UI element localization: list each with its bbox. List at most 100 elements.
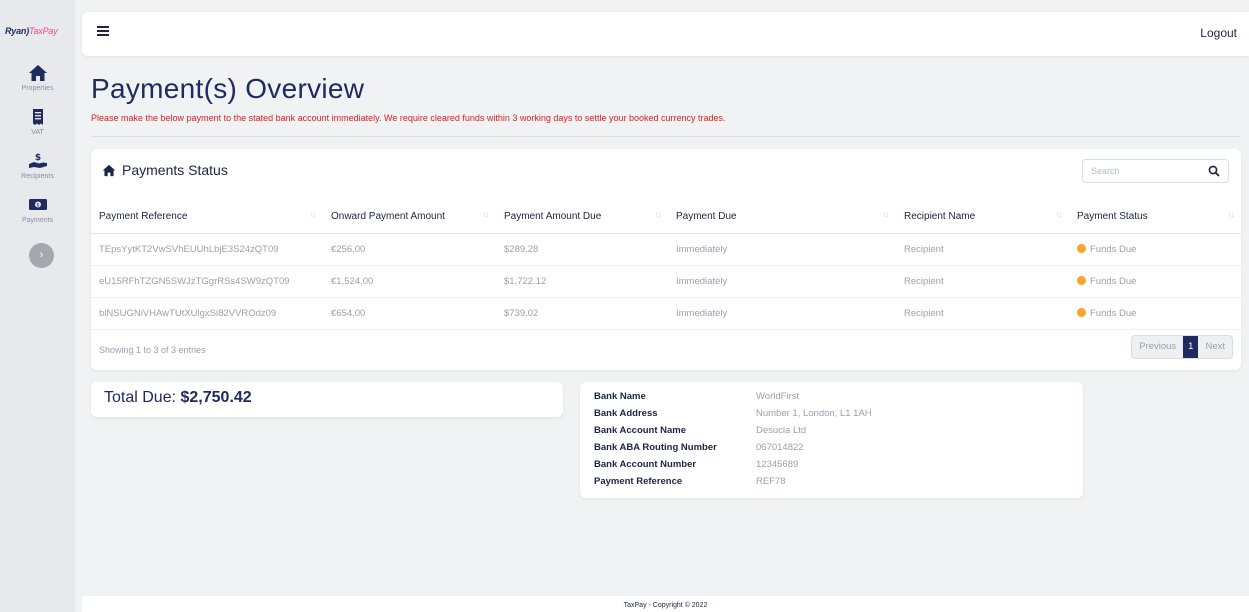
cell-payment-reference: eU15RFhTZGN5SWJzTGgrRSs4SW9zQT09	[91, 265, 323, 298]
sort-icon: ↑↓	[883, 212, 889, 219]
sort-icon: ↑↓	[1228, 212, 1234, 219]
sidebar-item-vat[interactable]: VAT	[0, 108, 75, 136]
cell-payment-status: Funds Due	[1069, 233, 1241, 266]
payments-table: Payment Reference ↑↓ Onward Payment Amoun…	[91, 201, 1241, 330]
hand-dollar-icon: $	[28, 153, 47, 168]
bank-detail-row: Bank Account Name Desucla Ltd	[594, 425, 1083, 442]
bank-detail-key: Payment Reference	[594, 476, 683, 487]
sort-icon: ↑↓	[655, 212, 661, 219]
bank-details-card: Bank Name WorldFirst Bank Address Number…	[580, 382, 1083, 498]
home-icon	[102, 164, 116, 176]
bank-detail-value: REF78	[756, 476, 786, 487]
logout-link[interactable]: Logout	[1200, 26, 1237, 40]
home-icon	[28, 65, 47, 81]
pagination-page-button[interactable]: 1	[1183, 336, 1199, 358]
table-row[interactable]: TEpsYytKT2VwSVhEUUhLbjE3S24zQT09 €256.00…	[91, 233, 1241, 266]
card-title: Payments Status	[102, 162, 228, 178]
logo-accent: TaxPay	[29, 26, 58, 36]
column-header-payment-due[interactable]: Payment Due ↑↓	[668, 201, 896, 234]
card-title-text: Payments Status	[122, 162, 228, 178]
cell-recipient-name: Recipient	[896, 233, 1069, 266]
sidebar-item-payments[interactable]: $ Payments	[0, 196, 75, 224]
table-row[interactable]: eU15RFhTZGN5SWJzTGgrRSs4SW9zQT09 €1,524.…	[91, 265, 1241, 298]
page-title: Payment(s) Overview	[91, 73, 365, 104]
search-box	[1082, 159, 1229, 183]
footer-copyright: TaxPay - Copyright © 2022	[623, 602, 708, 609]
bank-detail-value: Number 1, London, L1 1AH	[756, 408, 872, 419]
svg-text:$: $	[34, 153, 40, 163]
column-header-onward-amount[interactable]: Onward Payment Amount ↑↓	[323, 201, 496, 234]
payment-warning-text: Please make the below payment to the sta…	[91, 113, 726, 123]
cell-payment-reference: blNSUGNiVHAwTUtXUlgxSi82VVROdz09	[91, 297, 323, 330]
bank-detail-row: Bank Name WorldFirst	[594, 391, 1083, 408]
top-bar: Logout	[82, 12, 1249, 56]
status-dot-icon	[1077, 307, 1086, 317]
divider	[91, 136, 1241, 137]
pagination: Previous 1 Next	[1131, 335, 1233, 359]
total-due-amount: $2,750.42	[180, 389, 252, 406]
bank-detail-value: 067014822	[756, 442, 804, 453]
pagination-previous-button[interactable]: Previous	[1132, 336, 1183, 358]
status-label: Funds Due	[1090, 307, 1137, 319]
sidebar-item-label: Recipients	[21, 173, 54, 180]
column-header-recipient-name[interactable]: Recipient Name ↑↓	[896, 201, 1069, 234]
cell-recipient-name: Recipient	[896, 297, 1069, 330]
status-label: Funds Due	[1090, 243, 1137, 255]
search-input[interactable]	[1083, 166, 1208, 176]
column-header-payment-status[interactable]: Payment Status ↑↓	[1069, 201, 1241, 234]
pagination-next-button[interactable]: Next	[1198, 336, 1232, 358]
column-header-label: Payment Reference	[99, 211, 188, 223]
bank-detail-row: Payment Reference REF78	[594, 476, 1083, 493]
column-header-label: Payment Due	[676, 211, 737, 223]
cell-payment-status: Funds Due	[1069, 265, 1241, 298]
bank-detail-key: Bank Address	[594, 408, 658, 419]
cell-payment-status: Funds Due	[1069, 297, 1241, 330]
status-dot-icon	[1077, 275, 1086, 285]
sidebar-item-recipients[interactable]: $ Recipients	[0, 152, 75, 180]
total-due-card: Total Due: $2,750.42	[91, 382, 563, 417]
banknote-icon: $	[28, 199, 47, 210]
cell-onward-amount: €654.00	[323, 297, 496, 330]
bank-detail-row: Bank Address Number 1, London, L1 1AH	[594, 408, 1083, 425]
sidebar-item-label: Properties	[21, 85, 54, 92]
column-header-label: Recipient Name	[904, 211, 976, 223]
logo-text: Ryan	[5, 26, 27, 36]
sidebar-item-label: Payments	[21, 217, 54, 224]
bank-detail-key: Bank Account Number	[594, 459, 697, 470]
cell-payment-due: Immediately	[668, 265, 896, 298]
table-row[interactable]: blNSUGNiVHAwTUtXUlgxSi82VVROdz09 €654.00…	[91, 297, 1241, 330]
app-logo[interactable]: Ryan)TaxPay	[5, 26, 70, 40]
column-header-payment-reference[interactable]: Payment Reference ↑↓	[91, 201, 323, 234]
sidebar-expand-button[interactable]: ›	[29, 243, 54, 268]
search-icon[interactable]	[1208, 165, 1220, 177]
payments-status-card: Payments Status Payment Reference ↑↓ Onwa…	[91, 149, 1241, 370]
footer: TaxPay - Copyright © 2022	[82, 596, 1249, 612]
bank-detail-row: Bank Account Number 12345689	[594, 459, 1083, 476]
hamburger-menu-icon[interactable]	[97, 26, 109, 36]
sort-icon: ↑↓	[310, 212, 316, 219]
cell-amount-due: $289.28	[496, 233, 668, 266]
sort-icon: ↑↓	[483, 212, 489, 219]
bank-detail-key: Bank ABA Routing Number	[594, 442, 717, 453]
status-label: Funds Due	[1090, 275, 1137, 287]
bank-detail-value: Desucla Ltd	[756, 425, 807, 436]
bank-detail-key: Bank Account Name	[594, 425, 687, 436]
cell-amount-due: $739.02	[496, 297, 668, 330]
status-dot-icon	[1077, 243, 1086, 253]
table-header-row: Payment Reference ↑↓ Onward Payment Amoun…	[91, 201, 1241, 234]
receipt-icon	[32, 109, 43, 125]
cell-payment-due: Immediately	[668, 297, 896, 330]
column-header-label: Payment Status	[1077, 211, 1148, 223]
entries-info: Showing 1 to 3 of 3 entries	[99, 345, 206, 355]
sidebar-item-properties[interactable]: Properties	[0, 64, 75, 92]
cell-recipient-name: Recipient	[896, 265, 1069, 298]
total-due-label: Total Due:	[104, 389, 177, 406]
sort-icon: ↑↓	[1056, 212, 1062, 219]
cell-onward-amount: €256.00	[323, 233, 496, 266]
bank-detail-value: 12345689	[756, 459, 799, 470]
cell-payment-due: Immediately	[668, 233, 896, 266]
bank-detail-key: Bank Name	[594, 391, 646, 402]
column-header-label: Payment Amount Due	[504, 211, 602, 223]
column-header-amount-due[interactable]: Payment Amount Due ↑↓	[496, 201, 668, 234]
bank-detail-value: WorldFirst	[756, 391, 800, 402]
